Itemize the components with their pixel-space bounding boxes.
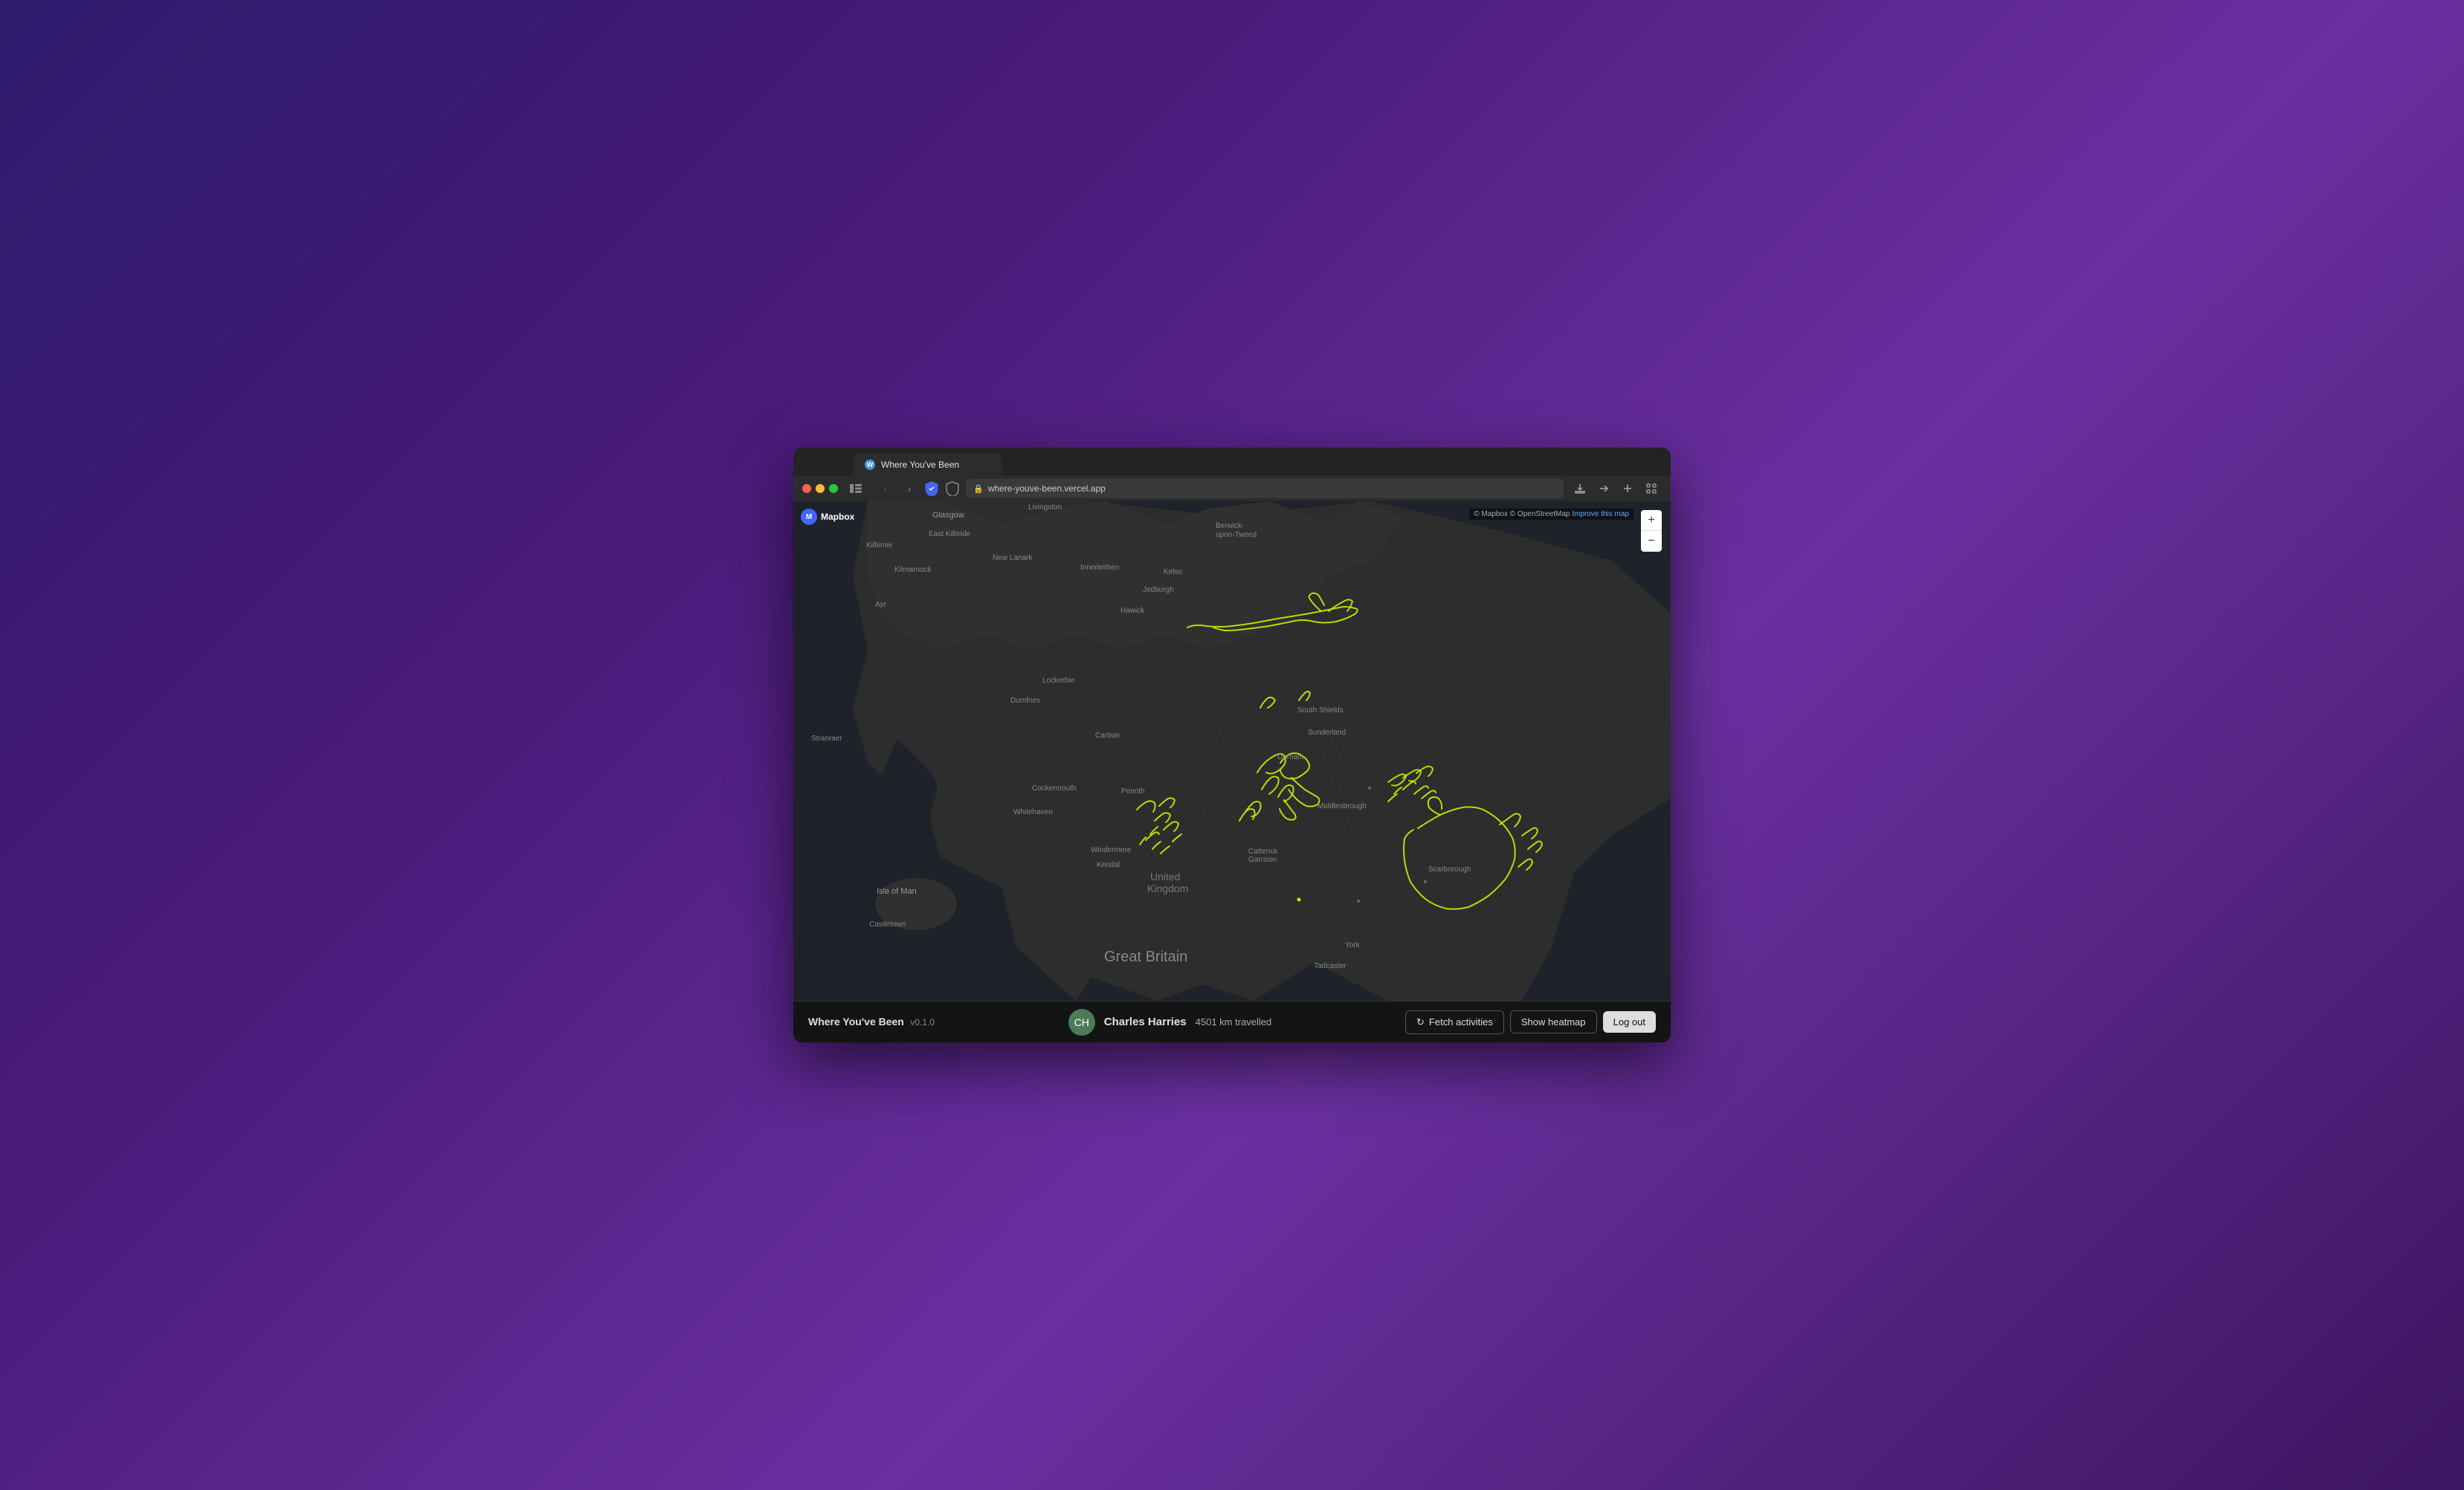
improve-map-link[interactable]: Improve this map <box>1572 510 1629 518</box>
bottom-bar: Where You've Been v0.1.0 CH Charles Harr… <box>793 1001 1671 1042</box>
toolbar-actions <box>1570 478 1662 499</box>
label-berwick: Berwick- <box>1216 522 1244 530</box>
fetch-activities-button[interactable]: ↻ Fetch activities <box>1405 1010 1504 1034</box>
zoom-in-button[interactable]: + <box>1641 510 1662 531</box>
active-tab[interactable]: W Where You've Been <box>853 454 1002 476</box>
address-bar[interactable]: 🔒 where-youve-been.vercel.app <box>966 479 1564 498</box>
label-durham: Durham <box>1277 753 1304 761</box>
bottom-actions: ↻ Fetch activities Show heatmap Log out <box>1405 1010 1656 1034</box>
label-york: York <box>1345 941 1361 949</box>
label-kilmarnock: Kilmarnock <box>894 566 932 574</box>
label-penrith: Penrith <box>1121 787 1145 796</box>
forward-button[interactable]: › <box>900 480 918 497</box>
maximize-button[interactable] <box>829 484 838 493</box>
browser-window: W Where You've Been ‹ › <box>793 448 1671 1042</box>
label-united-kingdom: United <box>1150 871 1180 883</box>
label-scarborough: Scarborough <box>1428 865 1471 874</box>
attribution-text: © Mapbox © OpenStreetMap <box>1474 510 1570 518</box>
share-button[interactable] <box>1593 478 1614 499</box>
shield-blue-icon <box>924 481 939 496</box>
mapbox-logo: M Mapbox <box>801 509 854 525</box>
label-kelso: Kelso <box>1164 568 1182 576</box>
browser-chrome: W Where You've Been ‹ › <box>793 448 1671 501</box>
label-isle-of-man: Isle of Man <box>877 887 917 896</box>
label-tadcaster: Tadcaster <box>1314 962 1347 970</box>
new-tab-button[interactable] <box>1617 478 1638 499</box>
svg-text:upon-Tweed: upon-Tweed <box>1216 531 1257 539</box>
fetch-activities-label: Fetch activities <box>1429 1016 1493 1028</box>
svg-text:Garrison: Garrison <box>1248 856 1277 864</box>
label-kendal: Kendal <box>1097 861 1120 869</box>
minimize-button[interactable] <box>816 484 825 493</box>
avatar-initials: CH <box>1074 1016 1089 1028</box>
app-name: Where You've Been <box>808 1016 904 1028</box>
label-middlesbrough: Middlesbrough <box>1318 802 1367 810</box>
tab-favicon: W <box>865 459 875 470</box>
show-heatmap-button[interactable]: Show heatmap <box>1510 1010 1597 1033</box>
label-castletown: Castletown <box>869 920 906 929</box>
user-info: CH Charles Harries 4501 km travelled <box>946 1009 1393 1036</box>
map-svg: Glasgow East Kilbride Kilbirnie Kilmarno… <box>793 501 1671 1001</box>
label-catterick: Catterick <box>1248 848 1278 856</box>
label-lockerbie: Lockerbie <box>1042 677 1075 685</box>
label-kilbirnie: Kilbirnie <box>866 541 893 549</box>
shield-outline-icon <box>945 481 960 496</box>
label-hawick: Hawick <box>1120 607 1145 615</box>
label-livingston: Livingston <box>1028 503 1062 512</box>
app-info: Where You've Been v0.1.0 <box>808 1016 935 1029</box>
map-controls: + − <box>1641 510 1662 552</box>
label-glasgow: Glasgow <box>932 511 964 520</box>
map-container[interactable]: Glasgow East Kilbride Kilbirnie Kilmarno… <box>793 501 1671 1001</box>
label-sunderland: Sunderland <box>1308 729 1346 737</box>
back-button[interactable]: ‹ <box>877 480 894 497</box>
label-new-lanark: New Lanark <box>993 554 1033 562</box>
traffic-lights <box>802 484 838 493</box>
lock-icon: 🔒 <box>973 484 984 494</box>
svg-text:Kingdom: Kingdom <box>1147 883 1188 894</box>
label-stranraer: Stranraer <box>811 735 842 743</box>
extensions-button[interactable] <box>1641 478 1662 499</box>
label-east-kilbride: East Kilbride <box>929 530 971 538</box>
mapbox-logo-icon: M <box>801 509 817 525</box>
show-heatmap-label: Show heatmap <box>1521 1016 1586 1028</box>
tab-title: Where You've Been <box>881 459 959 470</box>
url-text: where-youve-been.vercel.app <box>988 483 1106 494</box>
label-carlisle: Carlisle <box>1095 732 1120 740</box>
fetch-icon: ↻ <box>1416 1016 1425 1028</box>
browser-toolbar: ‹ › 🔒 where-youve-been.vercel.app <box>793 476 1671 501</box>
download-button[interactable] <box>1570 478 1590 499</box>
label-innerleithen: Innerleithen <box>1080 564 1119 572</box>
label-cockermouth: Cockermouth <box>1032 784 1076 793</box>
label-great-britain: Great Britain <box>1104 949 1187 965</box>
label-south-shields: South Shields <box>1297 706 1344 715</box>
label-ayr: Ayr <box>875 601 886 609</box>
app-version: v0.1.0 <box>910 1017 935 1028</box>
map-attribution: © Mapbox © OpenStreetMap Improve this ma… <box>1469 509 1633 520</box>
label-windermere: Windermere <box>1091 846 1132 854</box>
avatar: CH <box>1068 1009 1095 1036</box>
sidebar-toggle-button[interactable] <box>850 480 871 497</box>
tab-bar: W Where You've Been <box>793 448 1671 476</box>
zoom-out-button[interactable]: − <box>1641 531 1662 552</box>
log-out-button[interactable]: Log out <box>1603 1011 1656 1033</box>
label-dumfries: Dumfries <box>1010 697 1040 705</box>
mapbox-text: Mapbox <box>821 512 854 522</box>
distance-text: 4501 km travelled <box>1196 1016 1272 1028</box>
close-button[interactable] <box>802 484 811 493</box>
label-whitehaven: Whitehaven <box>1013 808 1053 816</box>
log-out-label: Log out <box>1613 1016 1645 1028</box>
username: Charles Harries <box>1104 1016 1187 1028</box>
label-jedburgh: Jedburgh <box>1143 586 1174 594</box>
